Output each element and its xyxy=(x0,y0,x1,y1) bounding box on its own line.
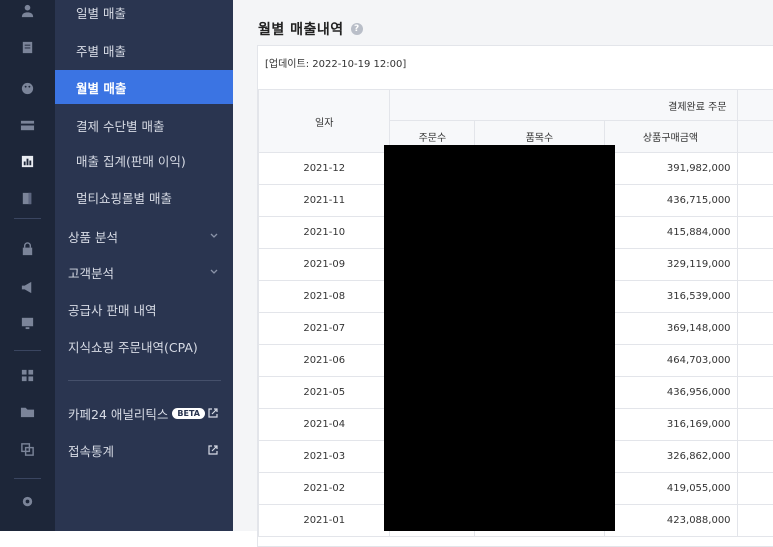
sidebar-item-label: 멀티쇼핑몰별 매출 xyxy=(55,188,172,207)
date-cell: 2021-06 xyxy=(259,345,390,377)
sidebar-item-label: 일별 매출 xyxy=(55,3,126,22)
sidebar-item-label: 접속통계 xyxy=(55,441,114,460)
external-link-icon xyxy=(207,444,219,456)
date-cell: 2021-01 xyxy=(259,505,390,537)
date-cell: 2021-04 xyxy=(259,409,390,441)
amount-cell: 423,088,000 xyxy=(604,505,737,537)
sidebar-item-product-analysis[interactable]: 상품 분석 xyxy=(55,219,233,253)
board-icon[interactable] xyxy=(18,314,37,330)
copy-icon[interactable] xyxy=(18,441,37,457)
card-icon[interactable] xyxy=(18,117,37,133)
date-cell: 2021-10 xyxy=(259,217,390,249)
external-link-icon xyxy=(207,407,219,419)
apps-icon[interactable] xyxy=(18,367,37,383)
date-cell: 2021-11 xyxy=(259,185,390,217)
date-cell: 2021-08 xyxy=(259,281,390,313)
amount-cell: 326,862,000 xyxy=(604,441,737,473)
date-cell: 2021-09 xyxy=(259,249,390,281)
overflow-column xyxy=(737,90,773,121)
sidebar-item-label: 상품 분석 xyxy=(55,227,118,246)
page-title: 월별 매출내역 xyxy=(258,19,344,39)
sidebar-item-weekly-sales[interactable]: 주별 매출 xyxy=(55,33,233,67)
palette-icon[interactable] xyxy=(18,80,37,96)
megaphone-icon[interactable] xyxy=(18,279,37,295)
book-icon[interactable] xyxy=(18,190,37,206)
date-cell: 2021-03 xyxy=(259,441,390,473)
sidebar-item-label: 카페24 애널리틱스 xyxy=(55,404,168,423)
date-column-header[interactable]: 일자 xyxy=(259,90,390,153)
sidebar-item-label: 공급사 판매 내역 xyxy=(55,300,156,319)
sidebar-item-label: 지식쇼핑 주문내역(CPA) xyxy=(55,337,198,356)
sidebar-menu: 일별 매출 주별 매출 월별 매출 결제 수단별 매출 매출 집계(판매 이익)… xyxy=(55,0,233,531)
beta-badge: BETA xyxy=(172,408,205,419)
help-icon[interactable]: ? xyxy=(351,23,363,35)
date-cell: 2021-05 xyxy=(259,377,390,409)
amount-cell: 369,148,000 xyxy=(604,313,737,345)
date-cell: 2021-02 xyxy=(259,473,390,505)
chevron-down-icon xyxy=(209,231,219,241)
sidebar-item-label: 결제 수단별 매출 xyxy=(55,116,164,135)
amount-cell: 391,982,000 xyxy=(604,153,737,185)
amount-cell: 464,703,000 xyxy=(604,345,737,377)
sidebar-divider xyxy=(68,380,221,381)
amount-cell: 419,055,000 xyxy=(604,473,737,505)
sidebar-item-supplier-sales[interactable]: 공급사 판매 내역 xyxy=(55,292,233,326)
document-icon[interactable] xyxy=(18,39,37,55)
sidebar-item-label: 주별 매출 xyxy=(55,41,126,60)
amount-cell: 436,715,000 xyxy=(604,185,737,217)
icon-rail xyxy=(0,0,55,531)
purchase-amount-header[interactable]: 상품구매금액 xyxy=(604,121,737,153)
sidebar-item-payment-method-sales[interactable]: 결제 수단별 매출 xyxy=(55,108,233,142)
sidebar-item-shopping-cpa-orders[interactable]: 지식쇼핑 주문내역(CPA) xyxy=(55,329,233,363)
chart-icon[interactable] xyxy=(18,153,37,169)
sidebar-item-label: 매출 집계(판매 이익) xyxy=(55,151,186,170)
user-icon[interactable] xyxy=(18,2,37,18)
amount-cell: 415,884,000 xyxy=(604,217,737,249)
folder-add-icon[interactable] xyxy=(18,403,37,419)
overflow-column xyxy=(737,121,773,153)
update-timestamp: [업데이트: 2022-10-19 12:00] xyxy=(265,55,406,70)
sidebar-item-cafe24-analytics[interactable]: 카페24 애널리틱스 BETA xyxy=(55,396,233,430)
sidebar-item-monthly-sales[interactable]: 월별 매출 xyxy=(55,70,233,104)
sidebar-item-access-stats[interactable]: 접속통계 xyxy=(55,433,233,467)
sidebar-item-sales-summary[interactable]: 매출 집계(판매 이익) xyxy=(55,143,233,177)
sidebar-item-label: 월별 매출 xyxy=(55,78,126,97)
title-row: 월별 매출내역 ? xyxy=(258,19,363,39)
amount-cell: 329,119,000 xyxy=(604,249,737,281)
date-cell: 2021-12 xyxy=(259,153,390,185)
amount-cell: 316,169,000 xyxy=(604,409,737,441)
bag-icon[interactable] xyxy=(18,241,37,257)
chevron-down-icon xyxy=(209,267,219,277)
sidebar-item-customer-analysis[interactable]: 고객분석 xyxy=(55,255,233,289)
sidebar-item-daily-sales[interactable]: 일별 매출 xyxy=(55,0,233,29)
paid-orders-group-header: 결제완료 주문 xyxy=(390,90,737,121)
gear-icon[interactable] xyxy=(18,493,37,509)
sidebar-item-multi-mall-sales[interactable]: 멀티쇼핑몰별 매출 xyxy=(55,180,233,214)
sidebar-item-label: 고객분석 xyxy=(55,263,114,282)
date-cell: 2021-07 xyxy=(259,313,390,345)
redaction-block xyxy=(384,145,615,531)
amount-cell: 436,956,000 xyxy=(604,377,737,409)
amount-cell: 316,539,000 xyxy=(604,281,737,313)
